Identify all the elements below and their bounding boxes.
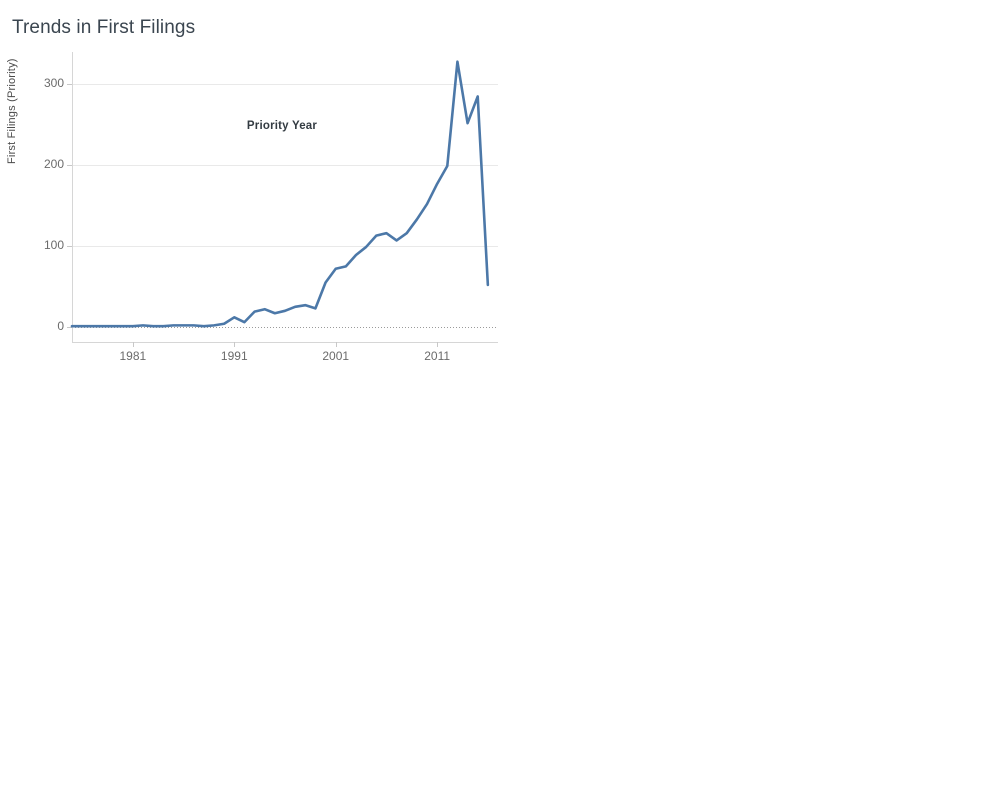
x-axis-label-trends: Priority Year	[246, 120, 318, 132]
line-chart-plot-area[interactable]: First Filings (Priority) 0 100 200 300 1981…	[0, 46, 500, 363]
x-tick-mark	[132, 342, 134, 347]
x-tick-label: 2001	[322, 349, 350, 363]
page-title-trends: Trends in First Filings	[12, 17, 196, 38]
panel-asean-first-filings: ASEAN First Filings Indonesia29Singapore…	[500, 400, 1000, 800]
dashboard: Trends in First Filings First Filings (P…	[0, 0, 1000, 800]
panel-trends-in-first-filings: Trends in First Filings First Filings (P…	[0, 0, 500, 400]
trends-line-path	[70, 60, 490, 328]
x-tick-label: 1991	[220, 349, 248, 363]
x-tick-mark	[335, 342, 337, 347]
x-tick-mark	[234, 342, 236, 347]
panel-first-filings-by-region: First Filings by Region Eastern Asia1,52…	[500, 0, 1000, 400]
panel-country-of-first-filing: Country of First Filing United States1,1…	[0, 400, 500, 800]
x-tick-mark	[437, 342, 439, 347]
x-tick-label: 2011	[424, 349, 451, 363]
x-tick-label: 1981	[119, 349, 147, 363]
trends-line-series	[70, 60, 490, 328]
